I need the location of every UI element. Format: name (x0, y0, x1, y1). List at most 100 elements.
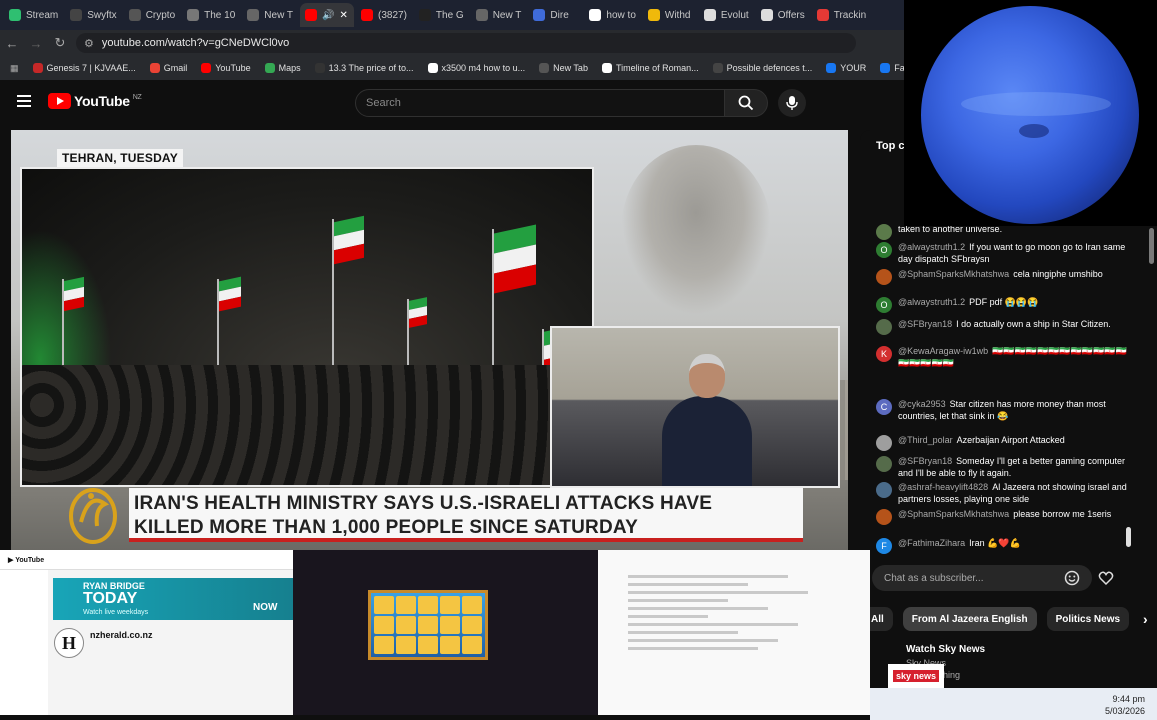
menu-icon[interactable] (17, 95, 31, 107)
bookmark-item[interactable]: New Tab (539, 63, 588, 73)
search-button[interactable] (724, 89, 768, 117)
system-clock[interactable]: 9:44 pm 5/03/2026 (1105, 693, 1145, 717)
page-scrollbar[interactable] (1149, 228, 1154, 264)
heart-icon[interactable] (1098, 570, 1114, 586)
chat-author[interactable]: @SphamSparksMkhatshwa (898, 509, 1009, 519)
window-preview-document[interactable] (598, 550, 870, 715)
browser-tab[interactable]: Stream (4, 3, 63, 27)
bookmark-label: Maps (278, 63, 301, 73)
newtab-favicon-icon (247, 9, 260, 21)
chat-author[interactable]: @SphamSparksMkhatshwa (898, 269, 1009, 279)
bookmark-item[interactable]: YOUR (826, 63, 866, 73)
browser-tab[interactable]: Offers (756, 3, 810, 27)
chat-avatar[interactable]: K (876, 346, 892, 362)
bookmark-item[interactable]: Possible defences t... (712, 63, 813, 73)
chat-author[interactable]: @alwaystruth1.2 (898, 242, 965, 252)
chat-avatar[interactable] (876, 269, 892, 285)
bookmark-item[interactable]: Timeline of Roman... (601, 63, 699, 73)
youtube-logo[interactable]: YouTube NZ (48, 93, 142, 109)
chat-author[interactable]: @KewaAragaw-iw1wb (898, 346, 988, 356)
bookmark-item[interactable]: x3500 m4 how to u... (427, 63, 525, 73)
neptune-planet-image (921, 6, 1139, 224)
chat-input[interactable]: Chat as a subscriber... (872, 565, 1092, 591)
chat-avatar[interactable] (876, 456, 892, 472)
chat-avatar[interactable]: O (876, 242, 892, 258)
bookmark-favicon-icon (314, 63, 325, 73)
tab-label: Stream (26, 9, 59, 21)
facebook-icon (880, 63, 891, 73)
chat-avatar[interactable] (876, 482, 892, 498)
chat-scrollbar[interactable] (1126, 527, 1131, 547)
chat-avatar[interactable]: C (876, 399, 892, 415)
bookmark-item[interactable]: Gmail (149, 63, 188, 73)
chat-message: @SphamSparksMkhatshwa please borrow me 1s… (876, 508, 1136, 525)
browser-tab[interactable]: Crypto (124, 3, 180, 27)
chevron-right-icon[interactable]: › (1143, 611, 1148, 627)
apps-grid-icon[interactable]: ▦ (10, 63, 19, 74)
speaker-icon[interactable]: 🔊 (322, 10, 334, 21)
browser-tab[interactable]: Trackin (812, 3, 871, 27)
bookmark-item[interactable]: Genesis 7 | KJVAAE... (32, 63, 136, 73)
bookmark-label: Genesis 7 | KJVAAE... (46, 63, 136, 73)
chat-author[interactable]: @ashraf-heavylift4828 (898, 482, 988, 492)
chat-message-text: @FathimaZihara Iran 💪❤️💪 (898, 537, 1021, 554)
bookmark-item[interactable]: Facebook green (880, 63, 904, 73)
chip-from-al-jazeera[interactable]: From Al Jazeera English (902, 607, 1037, 631)
browser-tab[interactable]: The G (414, 3, 469, 27)
clock-time: 9:44 pm (1112, 694, 1145, 704)
browser-tab[interactable]: (3827) (356, 3, 412, 27)
chat-avatar[interactable] (876, 224, 892, 240)
voice-search-button[interactable] (778, 89, 806, 117)
search-input[interactable]: Search (355, 89, 725, 117)
forward-arrow-icon[interactable]: → (24, 36, 48, 51)
browser-tab[interactable]: The 10 (182, 3, 240, 27)
chat-author[interactable]: @SFBryan18 (898, 456, 952, 466)
chat-avatar[interactable] (876, 319, 892, 335)
chat-avatar[interactable] (876, 435, 892, 451)
chat-avatar[interactable]: O (876, 297, 892, 313)
video-player[interactable]: TEHRAN, TUESDAY IRAN'S HEALTH MINISTRY S… (11, 130, 848, 550)
browser-tab[interactable]: how to (584, 3, 640, 27)
bookmark-label: Possible defences t... (726, 63, 813, 73)
chat-author[interactable]: @Third_polar (898, 435, 953, 445)
browser-tab[interactable]: Withd (643, 3, 697, 27)
tab-close-icon[interactable]: ✕ (339, 10, 347, 21)
sky-news-logo: sky news (892, 670, 940, 682)
emoji-icon[interactable] (1064, 570, 1080, 586)
chat-avatar[interactable] (876, 509, 892, 525)
search-placeholder: Search (366, 97, 401, 109)
bookmark-label: Gmail (163, 63, 188, 73)
window-preview-slot-stream[interactable] (293, 550, 598, 715)
chat-body: cela ningiphe umshibo (1013, 269, 1103, 279)
bookmarks-bar: ▦ Genesis 7 | KJVAAE... Gmail YouTube Ma… (0, 56, 904, 80)
chat-avatar[interactable]: F (876, 538, 892, 554)
chat-author[interactable]: @alwaystruth1.2 (898, 297, 965, 307)
related-filter-chips: All From Al Jazeera English Politics New… (862, 606, 1157, 632)
bookmark-label: Timeline of Roman... (615, 63, 699, 73)
smoke-plume (621, 145, 771, 315)
browser-tab[interactable]: New T (242, 3, 298, 27)
bookmark-favicon-icon (32, 63, 43, 73)
reload-icon[interactable]: ↻ (48, 35, 72, 51)
browser-tab[interactable]: Evolut (699, 3, 754, 27)
chip-politics-news[interactable]: Politics News (1046, 607, 1130, 631)
browser-tab[interactable]: Dire (528, 3, 582, 27)
url-field[interactable]: ⚙ youtube.com/watch?v=gCNeDWCl0vo (76, 33, 856, 53)
crowd-heads (22, 365, 592, 485)
chat-author[interactable]: @FathimaZihara (898, 538, 965, 548)
chat-header-title[interactable]: Top c (876, 140, 905, 152)
bookmark-item[interactable]: Maps (264, 63, 301, 73)
window-preview-nzherald[interactable]: ▶ YouTube RYAN BRIDGE TODAY Watch live w… (0, 550, 293, 715)
browser-tab[interactable]: New T (471, 3, 527, 27)
bookmark-item[interactable]: YouTube (201, 63, 251, 73)
browser-tab[interactable]: Swyftx (65, 3, 121, 27)
chat-author[interactable]: @cyka2953 (898, 399, 946, 409)
chat-author[interactable]: @SFBryan18 (898, 319, 952, 329)
bookmark-item[interactable]: 13.3 The price of to... (314, 63, 414, 73)
site-info-icon[interactable]: ⚙ (84, 37, 94, 50)
recommended-thumbnail[interactable]: sky news (888, 664, 944, 688)
chat-message-text: @KewaAragaw-iw1wb 🇮🇷🇮🇷🇮🇷🇮🇷🇮🇷🇮🇷🇮🇷🇮🇷🇮🇷🇮🇷🇮🇷🇮… (898, 345, 1136, 369)
back-arrow-icon[interactable]: ← (0, 36, 24, 51)
browser-tab-active[interactable]: 🔊 ✕ (300, 3, 354, 27)
chat-message: O @alwaystruth1.2 PDF pdf 😭😭😭 (876, 296, 1136, 313)
